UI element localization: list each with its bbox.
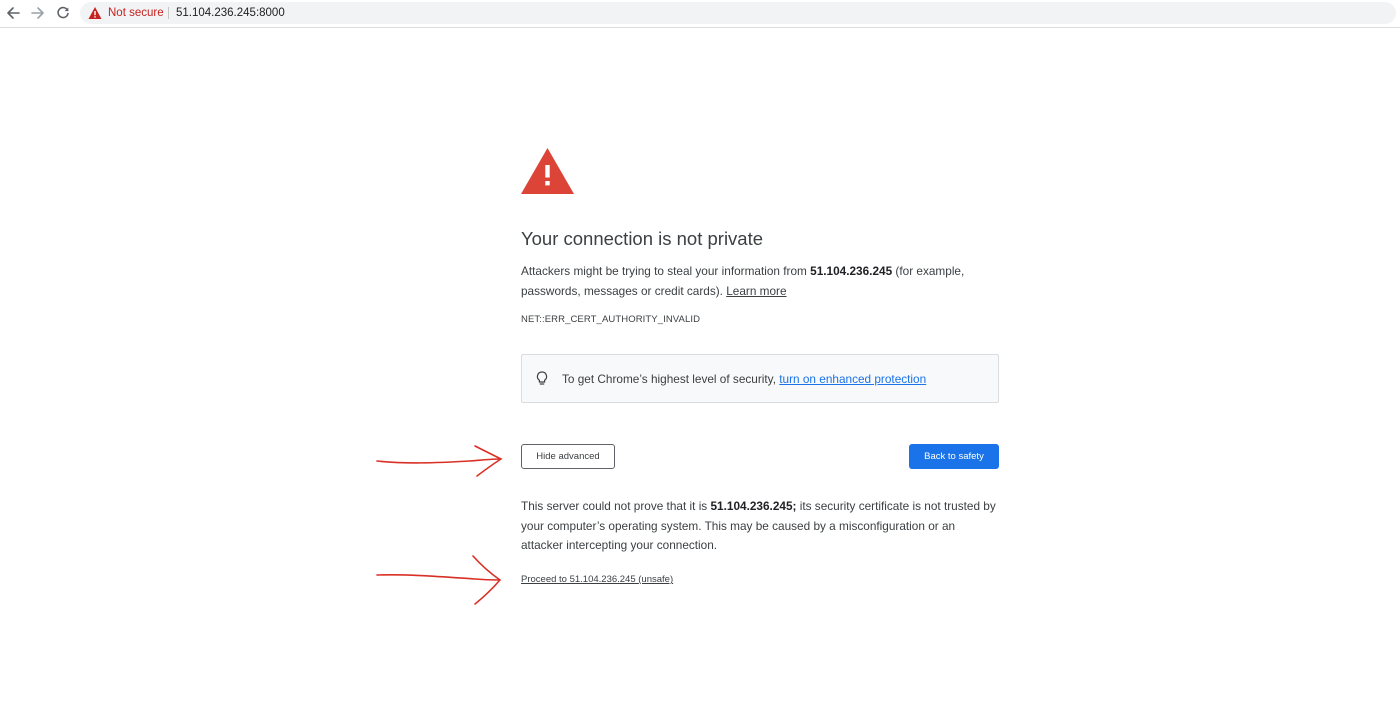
hide-advanced-button[interactable]: Hide advanced (521, 444, 615, 469)
annotation-arrow-hide-advanced (376, 445, 503, 477)
security-status[interactable]: Not secure (108, 6, 164, 20)
lightbulb-icon (536, 371, 548, 385)
forward-arrow-icon[interactable] (29, 4, 47, 22)
enhanced-protection-link[interactable]: turn on enhanced protection (779, 372, 926, 386)
proceed-unsafe-link[interactable]: Proceed to 51.104.236.245 (unsafe) (521, 574, 673, 585)
page-title: Your connection is not private (521, 228, 764, 249)
warning-triangle-icon (88, 7, 102, 19)
back-to-safety-button[interactable]: Back to safety (909, 444, 999, 469)
browser-toolbar: Not secure 51.104.236.245:8000 (0, 0, 1400, 28)
intro-text: Attackers might be trying to steal your … (521, 264, 811, 278)
enhanced-protection-prompt: To get Chrome’s highest level of securit… (562, 372, 780, 386)
enhanced-protection-text: To get Chrome’s highest level of securit… (562, 372, 926, 386)
reload-icon[interactable] (54, 4, 72, 22)
details-message: This server could not prove that it is 5… (521, 497, 999, 556)
url-text[interactable]: 51.104.236.245:8000 (176, 6, 285, 20)
learn-more-link[interactable]: Learn more (726, 284, 786, 298)
back-arrow-icon[interactable] (4, 4, 22, 22)
main-message: Attackers might be trying to steal your … (521, 262, 999, 301)
address-bar[interactable]: Not secure 51.104.236.245:8000 (80, 2, 1396, 24)
details-text: This server could not prove that it is (521, 499, 711, 513)
omnibox-divider (168, 7, 169, 19)
host-name: 51.104.236.245 (810, 264, 893, 278)
annotation-arrow-proceed (376, 555, 502, 605)
error-code[interactable]: NET::ERR_CERT_AUTHORITY_INVALID (521, 314, 700, 325)
details-host: 51.104.236.245; (710, 499, 797, 513)
enhanced-protection-banner: To get Chrome’s highest level of securit… (521, 354, 999, 403)
warning-triangle-icon (521, 148, 574, 194)
